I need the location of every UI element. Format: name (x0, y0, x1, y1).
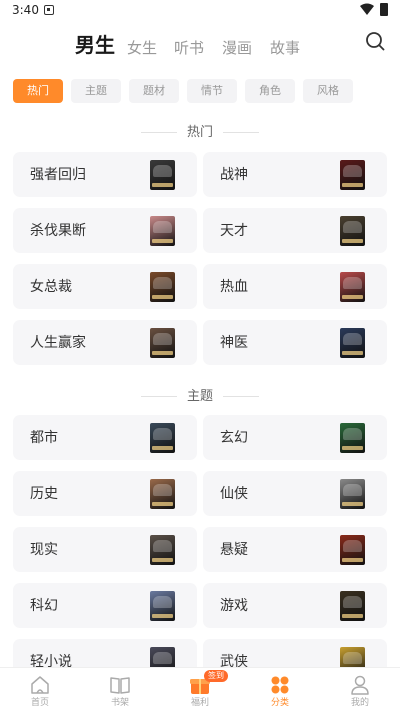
category-label: 人生赢家 (30, 335, 86, 351)
wifi-icon (360, 3, 374, 15)
chip-theme[interactable]: 主题 (71, 79, 121, 103)
category-label: 现实 (30, 542, 58, 558)
nav-home-label: 首页 (30, 698, 49, 708)
category-card[interactable]: 人生赢家 (13, 320, 197, 365)
category-card[interactable]: 热血 (203, 264, 387, 309)
tab-female[interactable]: 女生 (127, 38, 157, 58)
category-label: 科幻 (30, 598, 58, 614)
status-time: 3:40 (12, 3, 39, 17)
status-bar: 3:40 (0, 0, 400, 22)
category-label: 玄幻 (220, 430, 248, 446)
category-label: 强者回归 (30, 167, 86, 183)
category-card[interactable]: 天才 (203, 208, 387, 253)
book-cover-thumbnail (150, 535, 175, 565)
nav-profile[interactable]: 我的 (320, 668, 400, 711)
chip-plot[interactable]: 情节 (187, 79, 237, 103)
section-title-hot: 热门 (0, 124, 400, 142)
bookshelf-icon (110, 677, 130, 694)
category-card[interactable]: 现实 (13, 527, 197, 572)
notification-icon (44, 5, 54, 15)
category-card[interactable]: 杀伐果断 (13, 208, 197, 253)
checkin-badge: 签到 (204, 670, 228, 682)
book-cover-thumbnail (150, 328, 175, 358)
book-cover-thumbnail (340, 535, 365, 565)
nav-home[interactable]: 首页 (0, 668, 80, 711)
category-card[interactable]: 仙侠 (203, 471, 387, 516)
nav-welfare-label: 福利 (190, 698, 209, 708)
book-cover-thumbnail (150, 479, 175, 509)
tab-stories[interactable]: 故事 (270, 38, 300, 58)
category-label: 天才 (220, 223, 248, 239)
section-title-text: 主题 (186, 389, 213, 404)
nav-welfare[interactable]: 签到 福利 (160, 668, 240, 711)
home-icon (31, 676, 49, 694)
category-label: 仙侠 (220, 486, 248, 502)
category-label: 历史 (30, 486, 58, 502)
category-label: 悬疑 (220, 542, 248, 558)
nav-profile-label: 我的 (350, 698, 369, 708)
book-cover-thumbnail (340, 272, 365, 302)
category-label: 都市 (30, 430, 58, 446)
nav-bookshelf-label: 书架 (110, 698, 129, 708)
nav-category[interactable]: 分类 (240, 668, 320, 711)
bottom-nav: 首页 书架 签到 福利 分类 我的 (0, 667, 400, 711)
section-title-text: 热门 (186, 125, 213, 140)
book-cover-thumbnail (150, 272, 175, 302)
profile-icon (351, 675, 369, 695)
category-icon (271, 676, 289, 694)
category-card[interactable]: 游戏 (203, 583, 387, 628)
category-label: 杀伐果断 (30, 223, 86, 239)
chip-role[interactable]: 角色 (245, 79, 295, 103)
tab-male[interactable]: 男生 (75, 32, 115, 58)
book-cover-thumbnail (340, 216, 365, 246)
category-card[interactable]: 都市 (13, 415, 197, 460)
nav-bookshelf[interactable]: 书架 (80, 668, 160, 711)
tab-comics[interactable]: 漫画 (222, 38, 252, 58)
category-card[interactable]: 悬疑 (203, 527, 387, 572)
category-card[interactable]: 科幻 (13, 583, 197, 628)
category-card[interactable]: 神医 (203, 320, 387, 365)
book-cover-thumbnail (340, 160, 365, 190)
category-label: 神医 (220, 335, 248, 351)
chip-subject[interactable]: 题材 (129, 79, 179, 103)
book-cover-thumbnail (150, 216, 175, 246)
book-cover-thumbnail (340, 328, 365, 358)
chip-hot[interactable]: 热门 (13, 79, 63, 103)
category-card[interactable]: 战神 (203, 152, 387, 197)
category-label: 热血 (220, 279, 248, 295)
battery-icon (380, 3, 388, 16)
category-card[interactable]: 历史 (13, 471, 197, 516)
book-cover-thumbnail (150, 160, 175, 190)
book-cover-thumbnail (150, 423, 175, 453)
nav-category-label: 分类 (270, 698, 289, 708)
tab-audiobook[interactable]: 听书 (174, 38, 204, 58)
category-card[interactable]: 强者回归 (13, 152, 197, 197)
section-title-theme: 主题 (0, 388, 400, 406)
top-tabs: 男生 女生 听书 漫画 故事 (0, 28, 400, 85)
category-card[interactable]: 女总裁 (13, 264, 197, 309)
category-label: 女总裁 (30, 279, 72, 295)
book-cover-thumbnail (150, 591, 175, 621)
category-card[interactable]: 玄幻 (203, 415, 387, 460)
book-cover-thumbnail (340, 591, 365, 621)
book-cover-thumbnail (340, 479, 365, 509)
book-cover-thumbnail (340, 423, 365, 453)
category-label: 游戏 (220, 598, 248, 614)
search-icon[interactable] (364, 30, 386, 52)
chip-style[interactable]: 风格 (303, 79, 353, 103)
category-label: 战神 (220, 167, 248, 183)
